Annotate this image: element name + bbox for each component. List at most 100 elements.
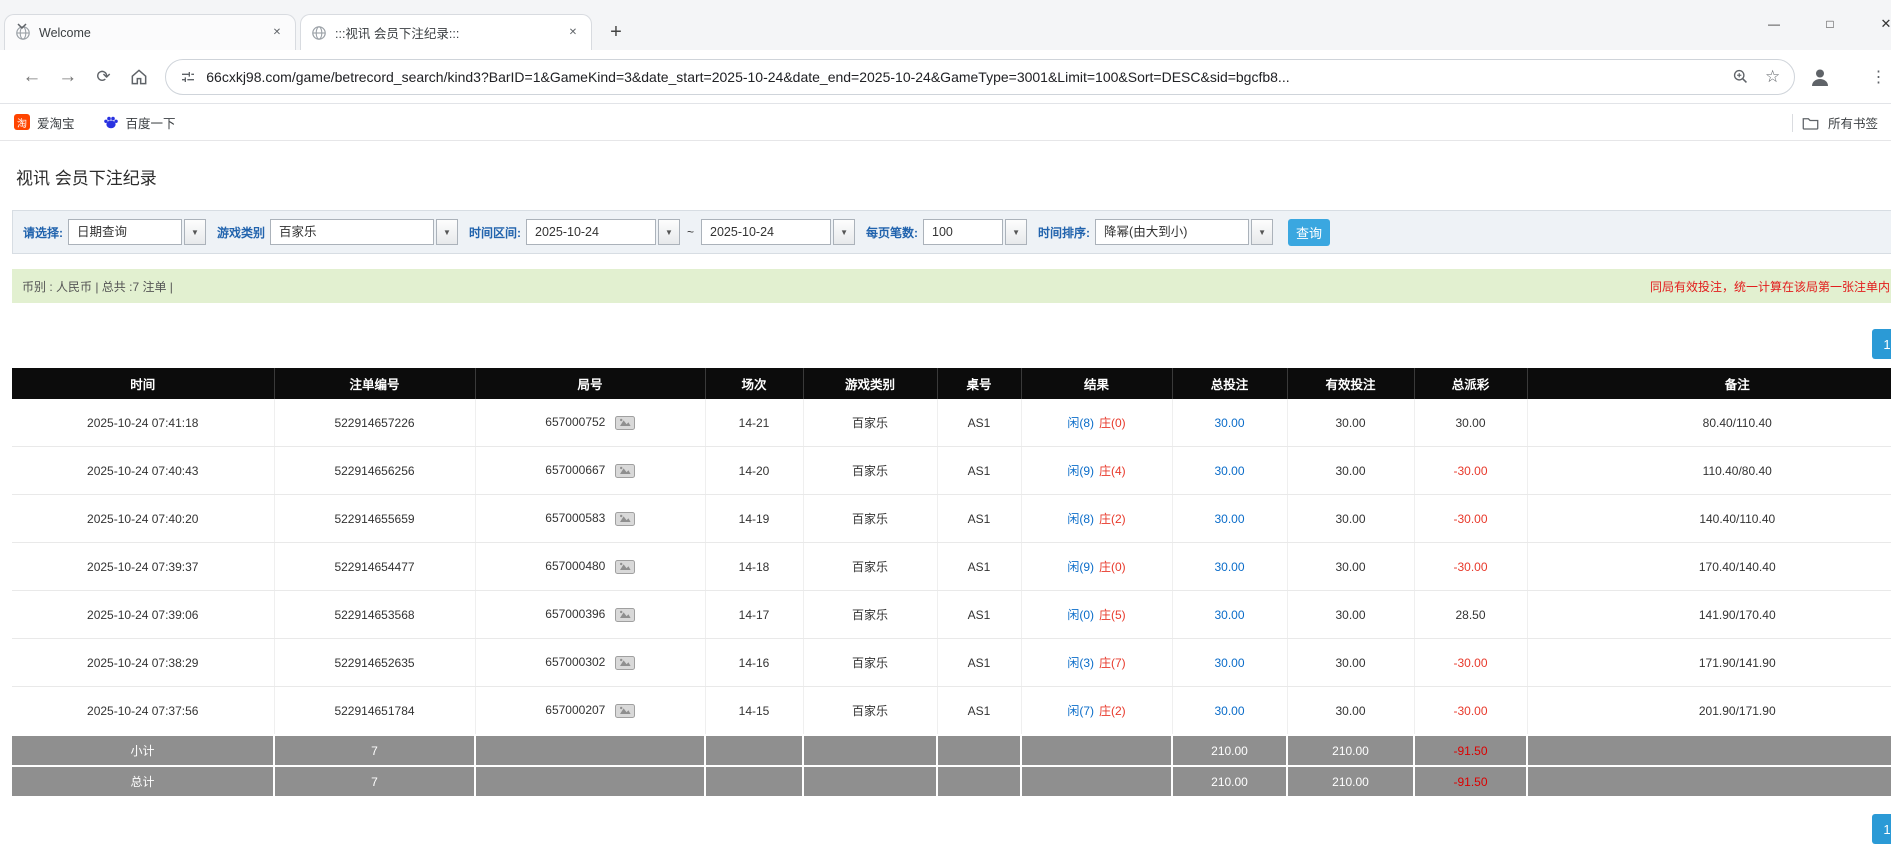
bookmark-aitaobao[interactable]: 淘 爱淘宝 [14,113,75,132]
cell-round: 657000396 [475,591,705,639]
cell-game-type: 百家乐 [803,687,937,736]
grand-total-row: 总计 7 210.00 210.00 -91.50 [12,766,1891,796]
maximize-button[interactable]: □ [1802,0,1858,48]
video-replay-icon[interactable] [615,560,635,574]
zoom-icon[interactable] [1732,68,1749,85]
total-bet-link[interactable]: 30.00 [1214,560,1244,574]
total-bet-link[interactable]: 30.00 [1214,656,1244,670]
bookmark-star-icon[interactable]: ☆ [1765,67,1780,87]
chevron-down-icon[interactable]: ▼ [184,219,206,245]
grand-total-count: 7 [274,766,475,796]
tab-betting-records[interactable]: :::视讯 会员下注纪录::: ✕ [300,14,592,50]
round-number: 657000752 [545,415,605,429]
cell-bet-id: 522914651784 [274,687,475,736]
cell-session: 14-21 [705,399,803,447]
address-bar[interactable]: 66cxkj98.com/game/betrecord_search/kind3… [165,59,1795,95]
round-number: 657000396 [545,607,605,621]
query-mode-select[interactable]: 日期查询 ▼ [68,219,206,245]
player-result: 闲(3) [1067,656,1094,670]
forward-button[interactable]: → [50,59,86,95]
empty-cell [1527,766,1891,796]
cell-result: 闲(9)庄(0) [1021,543,1172,591]
tab-search-button[interactable] [10,14,34,38]
refresh-button[interactable]: ⟳ [86,59,122,95]
round-number: 657000667 [545,463,605,477]
chevron-down-icon[interactable]: ▼ [436,219,458,245]
browser-menu-icon[interactable]: ⋮ [1867,67,1891,87]
cell-total-bet: 30.00 [1172,591,1287,639]
close-button[interactable]: ✕ [1858,0,1891,48]
all-bookmarks[interactable]: 所有书签 [1792,104,1878,141]
video-replay-icon[interactable] [615,512,635,526]
cell-total-bet: 30.00 [1172,687,1287,736]
chevron-down-icon[interactable]: ▼ [1005,219,1027,245]
chevron-down-icon[interactable]: ▼ [833,219,855,245]
site-settings-icon[interactable] [180,69,196,85]
divider [1792,114,1793,132]
cell-remark: 141.90/170.40 [1527,591,1891,639]
profile-avatar-icon[interactable] [1805,62,1835,92]
header-round: 局号 [475,368,705,399]
page-size-select[interactable]: 100 ▼ [923,219,1027,245]
page-button-1[interactable]: 1 [1872,814,1891,844]
page-title: 视讯 会员下注纪录 [16,164,157,189]
banker-result: 庄(5) [1099,608,1126,622]
game-type-select[interactable]: 百家乐 ▼ [270,219,458,245]
chevron-down-icon[interactable]: ▼ [658,219,680,245]
date-end-select[interactable]: 2025-10-24 ▼ [701,219,855,245]
video-replay-icon[interactable] [615,416,635,430]
total-bet-link[interactable]: 30.00 [1214,416,1244,430]
grand-total-total-bet: 210.00 [1172,766,1287,796]
filter-label-page-size: 每页笔数: [866,224,918,241]
close-tab-icon[interactable]: ✕ [565,25,581,41]
banker-result: 庄(0) [1099,416,1126,430]
back-button[interactable]: ← [14,59,50,95]
window-controls: — □ ✕ [1746,0,1891,48]
cell-table-no: AS1 [937,687,1021,736]
empty-cell [475,766,705,796]
sort-order-select[interactable]: 降幂(由大到小) ▼ [1095,219,1273,245]
new-tab-button[interactable]: + [602,18,630,46]
cell-time: 2025-10-24 07:39:37 [12,543,274,591]
browser-window: { "browser": { "tabs": [ {"title": "Welc… [0,0,1891,868]
sort-order-value: 降幂(由大到小) [1095,219,1249,245]
video-replay-icon[interactable] [615,704,635,718]
video-replay-icon[interactable] [615,608,635,622]
total-bet-link[interactable]: 30.00 [1214,704,1244,718]
bookmark-label: 爱淘宝 [37,113,75,132]
video-replay-icon[interactable] [615,464,635,478]
search-button[interactable]: 查询 [1288,219,1330,246]
url-text[interactable]: 66cxkj98.com/game/betrecord_search/kind3… [206,69,1720,85]
browser-toolbar: ← → ⟳ 66cxkj98.com/game/betrecord_search… [0,50,1891,104]
page-button-1[interactable]: 1 [1872,329,1891,359]
round-number: 657000302 [545,655,605,669]
subtotal-label: 小计 [12,735,274,766]
all-bookmarks-label: 所有书签 [1828,113,1878,132]
cell-table-no: AS1 [937,543,1021,591]
bookmark-baidu[interactable]: 百度一下 [103,113,176,132]
date-start-select[interactable]: 2025-10-24 ▼ [526,219,680,245]
bookmark-label: 百度一下 [126,113,176,132]
total-bet-link[interactable]: 30.00 [1214,464,1244,478]
cell-payout: -30.00 [1414,495,1527,543]
cell-valid-bet: 30.00 [1287,591,1414,639]
cell-time: 2025-10-24 07:39:06 [12,591,274,639]
tab-welcome[interactable]: Welcome ✕ [4,14,296,50]
minimize-button[interactable]: — [1746,0,1802,48]
total-bet-link[interactable]: 30.00 [1214,512,1244,526]
video-replay-icon[interactable] [615,656,635,670]
subtotal-valid-bet: 210.00 [1287,735,1414,766]
table-row: 2025-10-24 07:41:18 522914657226 6570007… [12,399,1891,447]
home-button[interactable] [121,59,157,95]
date-start-value: 2025-10-24 [526,219,656,245]
player-result: 闲(9) [1067,464,1094,478]
cell-table-no: AS1 [937,495,1021,543]
cell-bet-id: 522914656256 [274,447,475,495]
close-tab-icon[interactable]: ✕ [269,25,285,41]
chevron-down-icon[interactable]: ▼ [1251,219,1273,245]
total-bet-link[interactable]: 30.00 [1214,608,1244,622]
grand-total-valid-bet: 210.00 [1287,766,1414,796]
filter-label-query-mode: 请选择: [23,224,63,241]
player-result: 闲(8) [1067,416,1094,430]
cell-result: 闲(3)庄(7) [1021,639,1172,687]
